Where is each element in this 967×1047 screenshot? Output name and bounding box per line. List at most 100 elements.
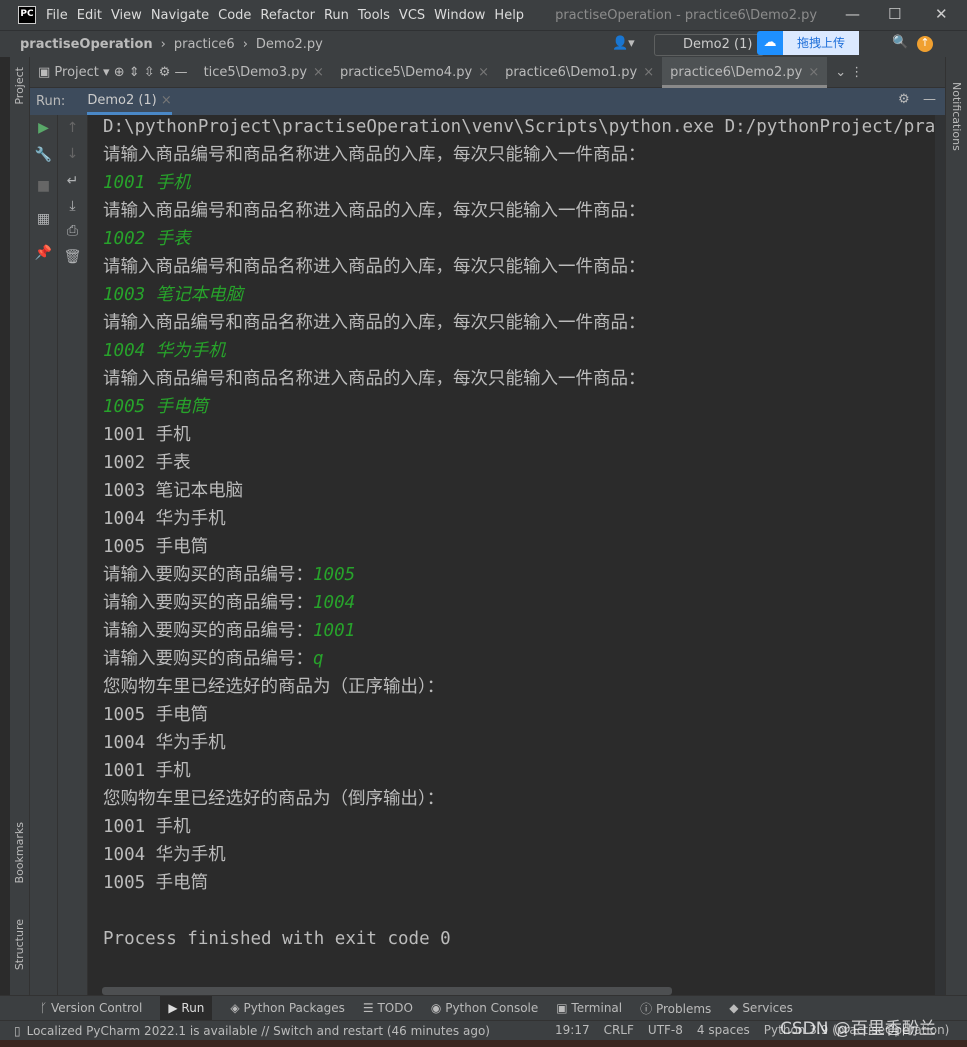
console-output[interactable]: D:\pythonProject\practiseOperation\venv\… — [88, 115, 935, 995]
console-text: 请输入要购买的商品编号： — [103, 621, 313, 641]
menu-bar: File Edit View Navigate Code Refactor Run Tools… — [46, 8, 533, 23]
wrench-icon[interactable]: 🔧 — [30, 147, 57, 163]
console-text: 1005 手电筒 — [103, 397, 209, 417]
indent[interactable]: 4 spaces — [697, 1023, 750, 1037]
line-separator[interactable]: CRLF — [604, 1023, 634, 1037]
breadcrumb-folder[interactable]: practice6 — [174, 37, 235, 52]
tab-demo2[interactable]: practice6\Demo2.py × — [662, 56, 828, 88]
menu-code[interactable]: Code — [218, 8, 251, 23]
status-message[interactable]: Localized PyCharm 2022.1 is available //… — [27, 1024, 490, 1038]
menu-edit[interactable]: Edit — [77, 8, 102, 23]
console-line: 请输入要购买的商品编号：1001 — [103, 617, 355, 645]
tabs-overflow-icon[interactable]: ⌄ ⋮ — [827, 57, 871, 88]
python-packages-tab[interactable]: ◈ Python Packages — [230, 1001, 344, 1015]
python-console-tab[interactable]: ◉ Python Console — [431, 1001, 538, 1015]
vertical-scrollbar[interactable] — [935, 115, 945, 995]
console-line: 1002 手表 — [103, 225, 191, 253]
breadcrumb-project[interactable]: practiseOperation — [20, 37, 153, 52]
project-view-selector[interactable]: ▣ Project ▾ ⊕ ⇕ ⇳ ⚙ — — [30, 57, 196, 88]
console-line: 1004 华为手机 — [103, 841, 226, 869]
services-tab[interactable]: ◆ Services — [729, 1001, 793, 1015]
structure-tool-button[interactable]: Structure — [13, 919, 26, 970]
console-text: 1002 手表 — [103, 453, 191, 473]
down-arrow-icon[interactable]: ↓ — [58, 146, 87, 162]
pin-icon[interactable]: 📌 — [30, 245, 57, 261]
menu-window[interactable]: Window — [434, 8, 485, 23]
soft-wrap-icon[interactable]: ↵ — [58, 173, 87, 189]
project-tool-button[interactable]: Project — [13, 67, 26, 105]
console-text: 请输入要购买的商品编号： — [103, 593, 313, 613]
version-control-tab[interactable]: ᚴ Version Control — [40, 1001, 142, 1015]
console-line: 1001 手机 — [103, 757, 191, 785]
problems-tab[interactable]: ⓘ Problems — [640, 1000, 711, 1017]
console-line: 请输入要购买的商品编号：1005 — [103, 561, 355, 589]
scroll-to-end-icon[interactable]: ⤓ — [58, 198, 87, 214]
up-arrow-icon[interactable]: ↑ — [58, 120, 87, 136]
horizontal-scrollbar[interactable] — [102, 987, 672, 995]
notification-icon: ▯ — [14, 1023, 21, 1038]
console-line: 1004 华为手机 — [103, 337, 226, 365]
console-line: 请输入商品编号和商品名称进入商品的入库，每次只能输入一件商品： — [103, 141, 646, 169]
console-text: 您购物车里已经选好的商品为（正序输出）： — [103, 677, 445, 697]
menu-run[interactable]: Run — [324, 8, 349, 23]
console-line: 请输入要购买的商品编号：q — [103, 645, 324, 673]
layout-icon[interactable]: ▦ — [30, 211, 57, 227]
settings-icon[interactable]: ⚙ — [898, 92, 910, 107]
tab-demo1[interactable]: practice6\Demo1.py × — [497, 57, 662, 88]
tab-demo3[interactable]: tice5\Demo3.py × — [196, 57, 332, 88]
console-line: 1003 笔记本电脑 — [103, 477, 243, 505]
terminal-tab[interactable]: ▣ Terminal — [556, 1001, 622, 1015]
menu-file[interactable]: File — [46, 8, 68, 23]
menu-vcs[interactable]: VCS — [399, 8, 425, 23]
console-line: 请输入要购买的商品编号：1004 — [103, 589, 355, 617]
upload-label: 拖拽上传 — [783, 31, 859, 55]
menu-help[interactable]: Help — [494, 8, 524, 23]
stop-icon[interactable]: ■ — [30, 178, 57, 194]
console-line: 1001 手机 — [103, 813, 191, 841]
menu-tools[interactable]: Tools — [358, 8, 390, 23]
console-text: 请输入商品编号和商品名称进入商品的入库，每次只能输入一件商品： — [103, 313, 646, 333]
print-icon[interactable]: ⎙ — [58, 223, 87, 239]
todo-tab[interactable]: ☰ TODO — [363, 1001, 413, 1015]
console-text: 1002 手表 — [103, 229, 191, 249]
notifications-tool-button[interactable]: Notifications — [950, 82, 963, 151]
watermark: CSDN @百里香酚兰 — [780, 1019, 936, 1039]
console-line: 1004 华为手机 — [103, 505, 226, 533]
rerun-icon[interactable]: ▶ — [30, 120, 57, 136]
console-text: 1005 手电筒 — [103, 705, 209, 725]
tab-demo4[interactable]: practice5\Demo4.py × — [332, 57, 497, 88]
bookmarks-tool-button[interactable]: Bookmarks — [13, 822, 26, 883]
console-text: 1003 笔记本电脑 — [103, 285, 244, 305]
console-line: 您购物车里已经选好的商品为（倒序输出）： — [103, 785, 444, 813]
console-line: 1005 手电筒 — [103, 869, 208, 897]
user-icon[interactable]: 👤▾ — [612, 36, 635, 51]
upload-widget[interactable]: ☁ 拖拽上传 — [757, 31, 859, 55]
run-label: Run: — [36, 94, 66, 109]
update-icon[interactable]: ↑ — [917, 36, 933, 52]
search-icon[interactable]: 🔍 — [892, 35, 908, 50]
minimize-button[interactable]: — — [845, 5, 860, 23]
maximize-button[interactable]: ☐ — [888, 5, 901, 23]
run-tool-tab[interactable]: ▶ Run — [160, 996, 213, 1020]
run-tab[interactable]: Demo2 (1) × — [87, 88, 172, 115]
console-text: D:\pythonProject\practiseOperation\venv\… — [103, 117, 935, 137]
caret-position[interactable]: 19:17 — [555, 1023, 590, 1037]
encoding[interactable]: UTF-8 — [648, 1023, 683, 1037]
trash-icon[interactable]: 🗑 — [58, 249, 87, 265]
close-button[interactable]: ✕ — [935, 5, 948, 23]
hide-icon[interactable]: — — [923, 92, 936, 107]
console-text: 1003 笔记本电脑 — [103, 481, 244, 501]
console-toolbar: ↑ ↓ ↵ ⤓ ⎙ 🗑 — [58, 115, 88, 995]
console-text: 请输入要购买的商品编号： — [103, 649, 313, 669]
run-toolbar: ▶ 🔧 ■ ▦ 📌 — [30, 115, 58, 995]
pycharm-logo: PC — [18, 6, 36, 24]
window-title: practiseOperation - practice6\Demo2.py — [555, 7, 818, 23]
console-text: 请输入商品编号和商品名称进入商品的入库，每次只能输入一件商品： — [103, 257, 646, 277]
console-text: 1005 手电筒 — [103, 537, 209, 557]
console-text: 1001 手机 — [103, 173, 191, 193]
menu-refactor[interactable]: Refactor — [260, 8, 315, 23]
menu-navigate[interactable]: Navigate — [151, 8, 209, 23]
run-config-dropdown[interactable]: Demo2 (1) — [654, 34, 764, 56]
breadcrumb-file[interactable]: Demo2.py — [256, 37, 323, 52]
menu-view[interactable]: View — [111, 8, 142, 23]
